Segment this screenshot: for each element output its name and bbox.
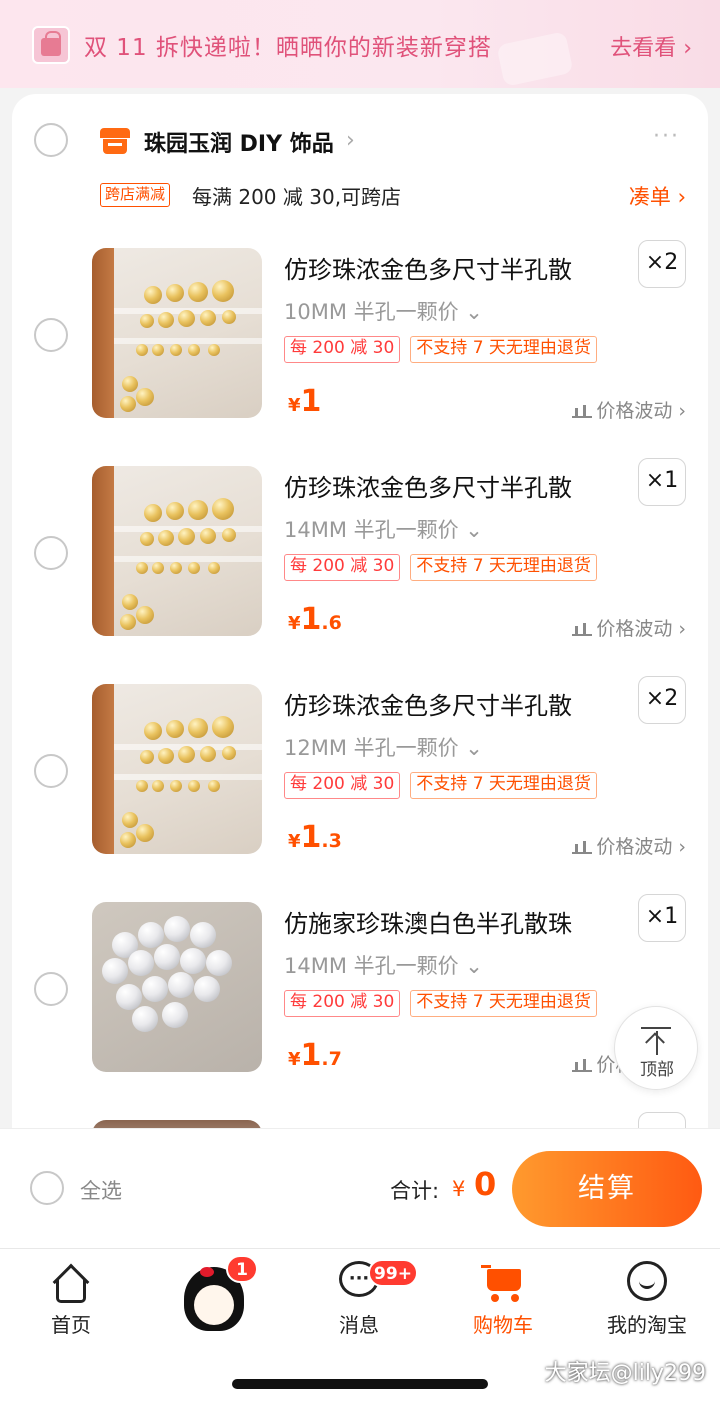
tab-my-taobao-label: 我的淘宝 <box>607 1313 687 1337</box>
item-price: ¥1.3 <box>288 820 342 855</box>
product-title[interactable]: 仿珍珠浓金色多尺寸半孔散 <box>284 250 572 285</box>
sku-selector[interactable]: 12MM 半孔一颗价 ⌄ <box>284 732 483 762</box>
item-price: ¥1.6 <box>288 602 342 637</box>
avatar-badge: 1 <box>226 1255 258 1283</box>
discount-tag: 每 200 减 30 <box>284 336 401 363</box>
item-select-radio[interactable] <box>34 536 68 570</box>
add-items-link[interactable]: 凑单 › <box>629 181 686 211</box>
product-image[interactable] <box>92 248 262 418</box>
price-trend-link[interactable]: 价格波动 › <box>572 832 686 859</box>
price-trend-icon <box>572 404 593 418</box>
back-to-top-button[interactable]: 顶部 <box>614 1006 698 1090</box>
cart-item: 仿珍珠浓金色多尺寸半孔散 ×2 10MM 半孔一颗价 ⌄ 每 200 减 30 … <box>12 240 708 466</box>
promo-text: 每满 200 减 30,可跨店 <box>192 185 402 209</box>
tab-home-label: 首页 <box>51 1313 91 1337</box>
banner-decoration <box>496 31 574 87</box>
no-return-tag: 不支持 7 天无理由退货 <box>410 554 597 581</box>
product-title[interactable]: 仿施家珍珠澳白色半孔散珠 <box>284 904 572 939</box>
home-indicator[interactable] <box>232 1379 488 1389</box>
price-decimal: .3 <box>321 830 342 852</box>
price-trend-label: 价格波动 › <box>596 618 686 640</box>
cart-item: 仿施家珍珠澳白色半孔散珠 ×1 14MM 半孔一颗价 ⌄ 每 200 减 30 … <box>12 894 708 1120</box>
price-trend-link[interactable]: 价格波动 › <box>572 396 686 423</box>
price-integer: 1 <box>300 1038 322 1073</box>
item-select-radio[interactable] <box>34 754 68 788</box>
discount-tag: 每 200 减 30 <box>284 990 401 1017</box>
home-icon <box>47 1259 95 1303</box>
shop-icon <box>100 128 130 154</box>
item-price: ¥1.7 <box>288 1038 342 1073</box>
tab-home[interactable]: 首页 <box>16 1259 126 1338</box>
checkout-bar: 全选 合计: ¥ 0 结算 <box>0 1128 720 1248</box>
more-options-button[interactable]: ··· <box>653 124 680 149</box>
promo-banner[interactable]: 双 11 拆快递啦！晒晒你的新装新穿搭 去看看 › <box>0 0 720 88</box>
discount-tag: 每 200 减 30 <box>284 554 401 581</box>
price-trend-icon <box>572 840 593 854</box>
sku-selector[interactable]: 14MM 半孔一颗价 ⌄ <box>284 514 483 544</box>
product-image[interactable] <box>92 684 262 854</box>
item-price: ¥1 <box>288 384 321 419</box>
total-currency: ¥ <box>452 1177 466 1201</box>
total-amount: 0 <box>474 1165 497 1203</box>
bottom-tab-bar: 首页 1 消息 99+ 购物车 我的淘宝 大家坛@lily299 <box>0 1248 720 1402</box>
quantity-button[interactable]: ×2 <box>638 240 686 288</box>
currency-symbol: ¥ <box>288 613 301 634</box>
shop-select-radio[interactable] <box>34 123 68 157</box>
shop-name[interactable]: 珠园玉润 DIY 饰品 <box>144 126 334 158</box>
currency-symbol: ¥ <box>288 395 301 416</box>
no-return-tag: 不支持 7 天无理由退货 <box>410 990 597 1017</box>
currency-symbol: ¥ <box>288 831 301 852</box>
promo-tag: 跨店满减 <box>100 183 171 207</box>
price-decimal: .6 <box>321 612 342 634</box>
back-to-top-label: 顶部 <box>640 1060 674 1080</box>
cart-icon <box>479 1259 527 1303</box>
banner-text: 双 11 拆快递啦！晒晒你的新装新穿搭 <box>84 35 492 61</box>
arrow-up-icon <box>641 1027 671 1029</box>
price-trend-label: 价格波动 › <box>596 836 686 858</box>
watermark: 大家坛@lily299 <box>544 1361 706 1386</box>
sku-selector[interactable]: 10MM 半孔一颗价 ⌄ <box>284 296 483 326</box>
price-trend-label: 价格波动 › <box>596 400 686 422</box>
price-decimal: .7 <box>321 1048 342 1070</box>
select-all-radio[interactable] <box>30 1171 64 1205</box>
shop-cart-card: 珠园玉润 DIY 饰品 › ··· 跨店满减 每满 200 减 30,可跨店 凑… <box>12 94 708 1134</box>
checkout-button[interactable]: 结算 <box>512 1151 702 1227</box>
chevron-right-icon: › <box>346 128 355 153</box>
quantity-button[interactable]: ×1 <box>638 894 686 942</box>
tab-cart-label: 购物车 <box>473 1313 533 1337</box>
product-image[interactable] <box>92 466 262 636</box>
select-all-label[interactable]: 全选 <box>80 1175 122 1205</box>
price-integer: 1 <box>300 384 322 419</box>
price-trend-link[interactable]: 价格波动 › <box>572 614 686 641</box>
price-trend-icon <box>572 622 593 636</box>
price-trend-icon <box>572 1058 593 1072</box>
messages-badge: 99+ <box>368 1259 418 1287</box>
tab-my-taobao[interactable]: 我的淘宝 <box>592 1259 702 1338</box>
no-return-tag: 不支持 7 天无理由退货 <box>410 336 597 363</box>
total-label: 合计: <box>390 1179 440 1203</box>
cart-item: 仿珍珠浓金色多尺寸半孔散 ×1 14MM 半孔一颗价 ⌄ 每 200 减 30 … <box>12 458 708 684</box>
currency-symbol: ¥ <box>288 1049 301 1070</box>
tab-messages-label: 消息 <box>339 1313 379 1337</box>
product-image[interactable] <box>92 902 262 1072</box>
banner-go-see-link[interactable]: 去看看 › <box>610 30 692 62</box>
discount-tag: 每 200 减 30 <box>284 772 401 799</box>
quantity-button[interactable]: ×2 <box>638 676 686 724</box>
cart-item: 仿珍珠浓金色多尺寸半孔散 ×2 12MM 半孔一颗价 ⌄ 每 200 减 30 … <box>12 676 708 902</box>
sku-selector[interactable]: 14MM 半孔一颗价 ⌄ <box>284 950 483 980</box>
shopping-bag-icon <box>32 26 70 64</box>
smiley-face-icon <box>623 1259 671 1303</box>
product-title[interactable]: 仿珍珠浓金色多尺寸半孔散 <box>284 686 572 721</box>
product-title[interactable]: 仿珍珠浓金色多尺寸半孔散 <box>284 468 572 503</box>
item-select-radio[interactable] <box>34 318 68 352</box>
tab-cart[interactable]: 购物车 <box>448 1259 558 1338</box>
quantity-button[interactable]: ×1 <box>638 458 686 506</box>
price-integer: 1 <box>300 602 322 637</box>
no-return-tag: 不支持 7 天无理由退货 <box>410 772 597 799</box>
item-select-radio[interactable] <box>34 972 68 1006</box>
price-integer: 1 <box>300 820 322 855</box>
